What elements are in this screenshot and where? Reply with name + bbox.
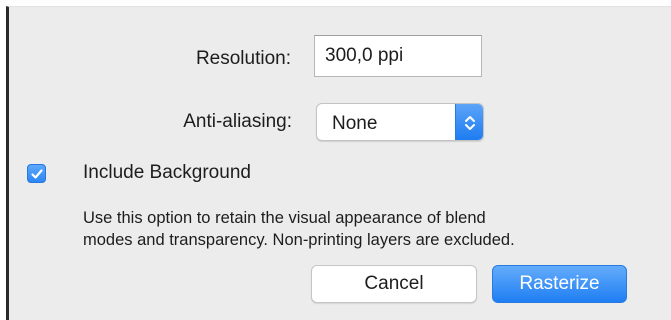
include-background-label[interactable]: Include Background: [83, 162, 251, 184]
checkmark-icon: [31, 169, 43, 179]
updown-chevron-icon: [455, 104, 483, 140]
antialiasing-label: Anti-aliasing:: [183, 111, 292, 132]
resolution-label: Resolution:: [195, 48, 291, 69]
include-background-checkbox[interactable]: [27, 164, 46, 183]
help-text: Use this option to retain the visual app…: [83, 207, 663, 251]
antialiasing-select[interactable]: None: [316, 103, 484, 141]
resolution-input[interactable]: [314, 35, 482, 77]
cancel-button[interactable]: Cancel: [311, 265, 477, 303]
antialiasing-selected-value: None: [332, 113, 378, 134]
rasterize-dialog: Resolution: Anti-aliasing: None Include …: [6, 6, 671, 320]
help-text-line: Use this option to retain the visual app…: [83, 209, 486, 227]
rasterize-button[interactable]: Rasterize: [492, 265, 627, 303]
help-text-line: modes and transparency. Non-printing lay…: [83, 231, 515, 249]
